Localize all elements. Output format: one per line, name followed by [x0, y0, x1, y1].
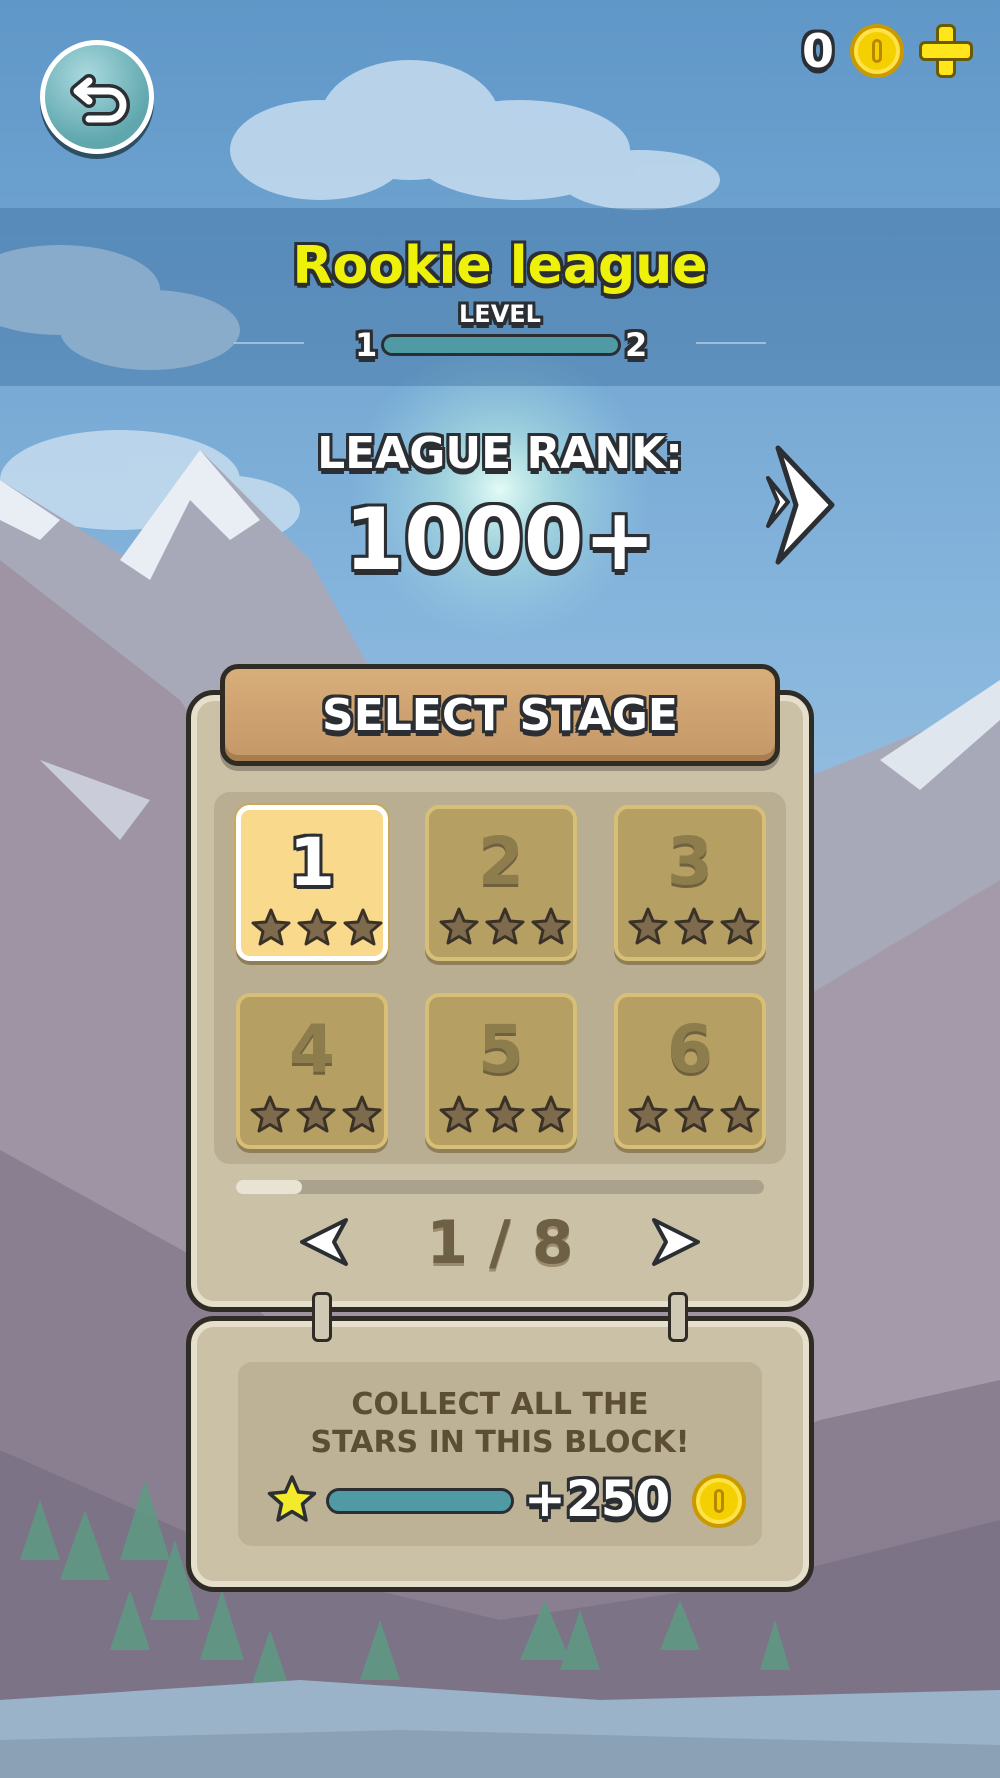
star-empty-icon	[297, 908, 337, 946]
divider	[696, 342, 766, 344]
level-current: 1	[355, 326, 378, 364]
reward-description: COLLECT ALL THE STARS IN THIS BLOCK!	[238, 1386, 762, 1462]
stage-number: 4	[289, 1011, 335, 1088]
star-empty-icon	[439, 907, 479, 945]
panel-hinge	[312, 1292, 332, 1342]
star-empty-icon	[720, 907, 760, 945]
arrow-right-icon	[652, 1218, 700, 1266]
stage-number: 2	[478, 823, 524, 900]
level-label: LEVEL	[459, 300, 541, 328]
star-empty-icon	[343, 908, 383, 946]
star-empty-icon	[251, 908, 291, 946]
stage-tile-5[interactable]: 5	[425, 993, 577, 1149]
stage-select-header: SELECT STAGE	[220, 664, 780, 766]
league-title: Rookie league	[292, 236, 708, 296]
rank-next-button[interactable]	[760, 440, 850, 570]
star-empty-icon	[628, 1095, 668, 1133]
page-scrollbar[interactable]	[236, 1180, 764, 1194]
star-empty-icon	[531, 907, 571, 945]
next-page-button[interactable]	[648, 1214, 704, 1270]
stage-stars	[250, 1095, 382, 1135]
league-rank-value: 1000+	[344, 490, 656, 590]
stage-select-title: SELECT STAGE	[322, 689, 678, 741]
stage-number: 6	[667, 1011, 713, 1088]
stage-stars	[628, 1095, 760, 1135]
star-empty-icon	[296, 1095, 336, 1133]
star-empty-icon	[674, 907, 714, 945]
add-coins-button[interactable]	[920, 25, 972, 77]
league-rank-label: LEAGUE RANK:	[317, 428, 683, 479]
star-empty-icon	[531, 1095, 571, 1133]
star-empty-icon	[342, 1095, 382, 1133]
coin-count: 0	[801, 24, 834, 78]
page-indicator: 1 / 8	[426, 1208, 574, 1278]
reward-amount: +250	[524, 1470, 671, 1528]
league-banner: Rookie league LEVEL 1 2	[0, 208, 1000, 386]
stage-tile-1[interactable]: 1	[236, 805, 388, 961]
coin-balance: 0	[802, 22, 972, 80]
stage-tile-2[interactable]: 2	[425, 805, 577, 961]
stage-tile-3[interactable]: 3	[614, 805, 766, 961]
stage-stars	[628, 907, 760, 947]
star-icon	[267, 1475, 317, 1522]
stage-stars	[439, 1095, 571, 1135]
prev-page-button[interactable]	[296, 1214, 352, 1270]
reward-line-1: COLLECT ALL THE	[351, 1387, 649, 1422]
page-scroll-thumb[interactable]	[236, 1180, 302, 1194]
stage-stars	[439, 907, 571, 947]
back-button[interactable]	[40, 40, 154, 154]
star-empty-icon	[250, 1095, 290, 1133]
back-arrow-icon	[70, 74, 130, 126]
star-empty-icon	[628, 907, 668, 945]
stage-tile-4[interactable]: 4	[236, 993, 388, 1149]
coin-icon	[692, 1474, 746, 1528]
stage-number: 1	[289, 824, 335, 901]
star-empty-icon	[720, 1095, 760, 1133]
reward-progress-bar	[326, 1488, 514, 1514]
stage-number: 5	[478, 1011, 524, 1088]
stage-number: 3	[667, 823, 713, 900]
level-progress-bar	[381, 334, 621, 356]
stage-stars	[251, 908, 383, 948]
panel-hinge	[668, 1292, 688, 1342]
star-empty-icon	[485, 907, 525, 945]
stage-tile-6[interactable]: 6	[614, 993, 766, 1149]
arrow-left-icon	[300, 1218, 348, 1266]
chevron-right-icon	[766, 445, 835, 565]
level-next: 2	[625, 326, 648, 364]
coin-icon	[850, 24, 904, 78]
star-empty-icon	[485, 1095, 525, 1133]
star-empty-icon	[674, 1095, 714, 1133]
reward-line-2: STARS IN THIS BLOCK!	[310, 1425, 690, 1460]
divider	[234, 342, 304, 344]
star-empty-icon	[439, 1095, 479, 1133]
